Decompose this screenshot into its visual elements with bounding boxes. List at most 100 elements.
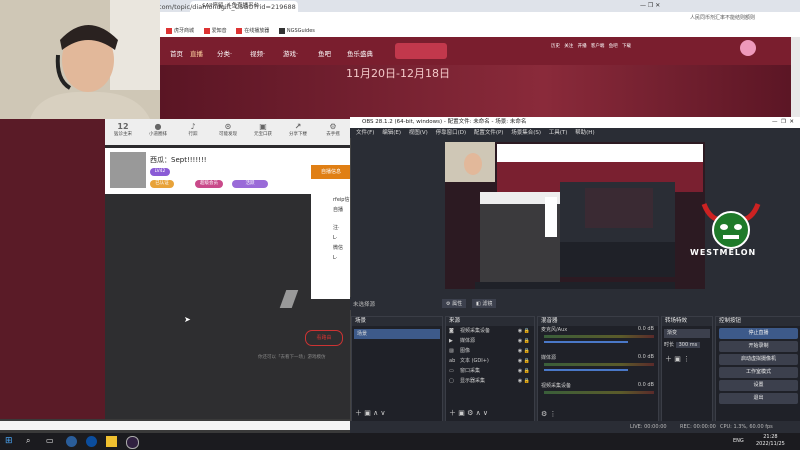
popup-title: 自播信息 xyxy=(311,165,351,179)
room-icon[interactable]: ▣ 元宝口获 xyxy=(250,122,276,137)
nav-home[interactable]: 首页 xyxy=(170,48,183,58)
bookmark-item[interactable]: 爱知音 xyxy=(203,26,227,37)
system-clock[interactable]: 21:28 2022/11/25 xyxy=(756,434,785,448)
room-icon[interactable]: ⊙ 可能发现 xyxy=(215,122,241,137)
obs-menu-bar: 文件(F) 编辑(E) 视图(V) 停靠窗口(D) 配置文件(P) 场景集合(S… xyxy=(350,128,800,138)
url-field[interactable]: com/topic/diamondgift_CSGO?rid=219688 xyxy=(158,1,296,13)
stop-streaming-button[interactable]: 停止直播 xyxy=(719,328,798,339)
watermark-text: WESTMELON xyxy=(690,248,757,257)
window-controls[interactable]: — ❐ ✕ xyxy=(640,2,660,9)
header-icons[interactable]: 历史 关注 开播 客户端 鱼吧 下载 xyxy=(551,43,631,49)
virtual-camera-button[interactable]: 启动虚拟摄像机 xyxy=(719,354,798,365)
menu-edit[interactable]: 编辑(E) xyxy=(382,128,401,138)
scenes-title: 场景 xyxy=(352,317,442,326)
level-badge: LV42 xyxy=(150,168,170,176)
bookmark-item[interactable]: 在线播放器 xyxy=(236,26,269,37)
obs-preview[interactable] xyxy=(445,142,705,289)
source-item[interactable]: ▨ 图像 ◉ 🔒 xyxy=(446,346,534,356)
room-left-decor xyxy=(0,119,105,419)
properties-button[interactable]: ⚙ 属性 xyxy=(442,299,467,308)
obs-app-icon[interactable] xyxy=(126,436,139,449)
mixer-settings-icon[interactable]: ⚙ ⋮ xyxy=(541,410,557,418)
room-icon[interactable]: ♪ 行踪 xyxy=(180,122,206,137)
prev-button[interactable]: 看路由 xyxy=(305,330,343,346)
scene-item[interactable]: 场景 xyxy=(354,329,440,339)
volume-meter xyxy=(544,391,654,394)
monitor-icon: ▢ xyxy=(449,378,454,384)
volume-slider[interactable] xyxy=(544,369,628,371)
controls-title: 控制按钮 xyxy=(716,317,800,326)
source-item[interactable]: ▶ 媒体源 ◉ 🔒 xyxy=(446,336,534,346)
room-icon[interactable]: ⚙ 去手摇 xyxy=(320,122,346,137)
menu-profile[interactable]: 配置文件(P) xyxy=(474,128,504,138)
visibility-icon[interactable]: ◉ 🔒 xyxy=(518,366,530,376)
language-indicator[interactable]: ENG xyxy=(733,438,744,444)
nav-video[interactable]: 视频· xyxy=(250,48,265,58)
nav-fishbar[interactable]: 鱼吧 xyxy=(318,48,331,58)
bookmark-item[interactable]: 虎牙商城 xyxy=(166,26,194,37)
popup-body: rfeip信 自播 注· L· 微信 L· xyxy=(333,197,350,261)
obs-title-bar: OBS 28.1.2 (64-bit, windows) - 配置文件: 未命名… xyxy=(350,117,800,128)
task-view-icon[interactable]: ▭ xyxy=(46,436,57,447)
nav-live[interactable]: 直播 xyxy=(190,48,203,58)
filters-button[interactable]: ◧ 滤镜 xyxy=(472,299,497,308)
sources-title: 来源 xyxy=(446,317,534,326)
volume-slider[interactable] xyxy=(544,341,628,343)
transition-duration[interactable]: 时长 300 ms xyxy=(664,341,710,348)
mixer-title: 混音器 xyxy=(538,317,658,326)
nav-games[interactable]: 游戏· xyxy=(283,48,298,58)
search-box[interactable] xyxy=(395,43,447,59)
room-icon[interactable]: ● 小道圈排 xyxy=(145,122,171,137)
streamer-avatar[interactable] xyxy=(110,152,146,188)
source-item[interactable]: ◙ 视频采集设备 ◉ 🔒 xyxy=(446,326,534,336)
play-icon: ▶ xyxy=(449,338,453,344)
room-icon[interactable]: 12 猛诊主宋 xyxy=(110,122,136,137)
status-badge: 超级会员 xyxy=(195,180,223,188)
volume-meter xyxy=(544,363,654,366)
no-source-label: 未选择源 xyxy=(353,302,376,308)
nav-category[interactable]: 分类· xyxy=(217,48,232,58)
menu-docks[interactable]: 停靠窗口(D) xyxy=(436,128,467,138)
studio-mode-button[interactable]: 工作室模式 xyxy=(719,367,798,378)
search-icon[interactable]: ⌕ xyxy=(26,436,37,447)
start-recording-button[interactable]: 开始录制 xyxy=(719,341,798,352)
transitions-dock: 转场特效 渐变 时长 300 ms ＋ ▣ ⋮ xyxy=(661,316,713,422)
user-avatar[interactable] xyxy=(740,40,756,56)
bookmark-item[interactable]: NGSGuides xyxy=(278,26,315,37)
menu-file[interactable]: 文件(F) xyxy=(356,128,374,138)
visibility-icon[interactable]: ◉ 🔒 xyxy=(518,326,530,336)
source-item[interactable]: ▢ 显示器采集 ◉ 🔒 xyxy=(446,376,534,386)
browser-status-bar xyxy=(0,421,350,430)
transition-controls[interactable]: ＋ ▣ ⋮ xyxy=(665,354,709,364)
visibility-icon[interactable]: ◉ 🔒 xyxy=(518,356,530,366)
game-app-icon[interactable] xyxy=(106,436,117,447)
scene-dock-controls[interactable]: ＋ ▣ ∧ ∨ xyxy=(355,408,386,418)
menu-scene-collection[interactable]: 场景集合(S) xyxy=(511,128,541,138)
obs-window-controls[interactable]: — ❐ ✕ xyxy=(772,117,794,128)
windows-start-icon[interactable]: ⊞ xyxy=(5,436,16,447)
room-icon[interactable]: ↗ 分享下楼 xyxy=(285,122,311,137)
bookmarks-bar: 虎牙商城 爱知音 在线播放器 NGSGuides xyxy=(160,26,800,37)
browser-app-icon[interactable] xyxy=(86,436,97,447)
visibility-icon[interactable]: ◉ 🔒 xyxy=(518,346,530,356)
event-banner xyxy=(160,65,800,120)
menu-view[interactable]: 视图(V) xyxy=(409,128,428,138)
nav-festival[interactable]: 鱼乐盛典 xyxy=(347,48,373,58)
source-item[interactable]: ab 文本 (GDI+) ◉ 🔒 xyxy=(446,356,534,366)
visibility-icon[interactable]: ◉ 🔒 xyxy=(518,336,530,346)
exit-button[interactable]: 退出 xyxy=(719,393,798,404)
volume-meter xyxy=(544,335,654,338)
source-dock-controls[interactable]: ＋ ▣ ⚙ ∧ ∨ xyxy=(449,408,488,418)
top-notice: 人民同币剂汇率不能结则额则 xyxy=(690,15,756,21)
settings-button[interactable]: 设置 xyxy=(719,380,798,391)
transition-select[interactable]: 渐变 xyxy=(664,329,710,338)
source-item[interactable]: ▭ 窗口采集 ◉ 🔒 xyxy=(446,366,534,376)
steam-icon[interactable] xyxy=(66,436,77,447)
menu-help[interactable]: 帮助(H) xyxy=(575,128,594,138)
obs-context-bar xyxy=(350,297,800,310)
visibility-icon[interactable]: ◉ 🔒 xyxy=(518,376,530,386)
menu-tools[interactable]: 工具(T) xyxy=(549,128,568,138)
status-badge: 活跃 xyxy=(232,180,268,188)
webcam-overlay xyxy=(0,0,160,119)
mixer-channel: 媒体源 0.0 dB xyxy=(538,354,658,372)
